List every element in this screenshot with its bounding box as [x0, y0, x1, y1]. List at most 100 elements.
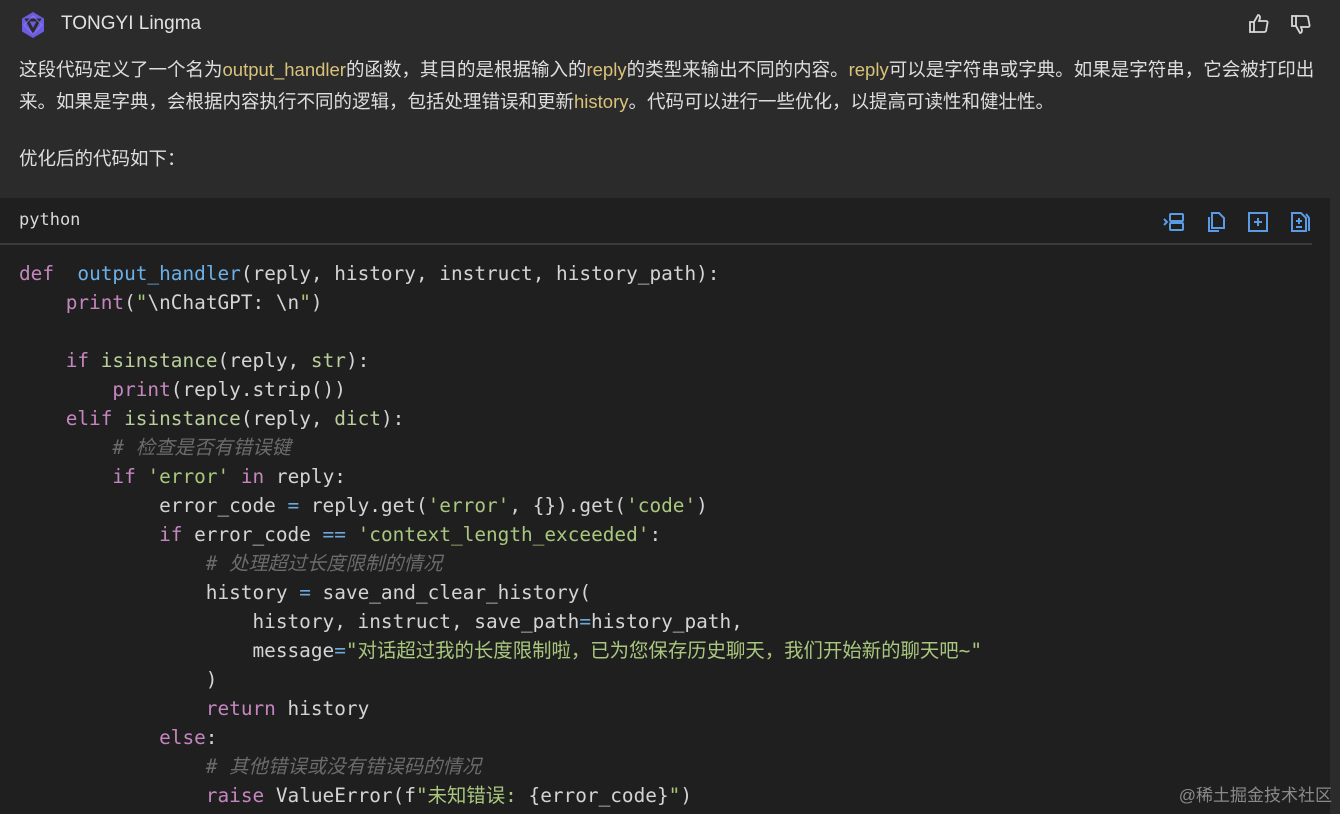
insert-at-cursor-icon[interactable] [1162, 210, 1186, 234]
code-token: 'error' [147, 465, 230, 488]
code-token: def [19, 262, 55, 285]
code-token: output_handler [77, 262, 241, 285]
code-token: reply: [264, 465, 346, 488]
code-token: = [299, 581, 311, 604]
code-token: " [668, 784, 681, 807]
code-token: ) [680, 784, 692, 807]
code-token: ): [380, 407, 405, 430]
thumbs-down-icon[interactable] [1289, 12, 1313, 36]
code-line: history, instruct, save_path=history_pat… [19, 607, 982, 636]
code-token: "未知错误: [415, 784, 529, 807]
inline-code-ref: history [574, 91, 629, 112]
code-line: if 'error' in reply: [19, 462, 982, 491]
code-token: if [112, 465, 136, 488]
code-token: (reply, history, instruct, history_path)… [240, 262, 720, 285]
code-token: elif [65, 407, 113, 430]
code-line: # 其他错误或没有错误码的情况 [19, 752, 982, 781]
code-token: ( [124, 291, 136, 314]
code-token: print [112, 378, 171, 401]
code-token: error_code [182, 523, 323, 546]
code-token: = [334, 639, 346, 662]
code-token: = [579, 610, 592, 633]
divider [0, 243, 1312, 245]
code-token: isinstance [124, 407, 241, 430]
code-token: # 其他错误或没有错误码的情况 [205, 755, 482, 778]
code-line: elif isinstance(reply, dict): [19, 404, 982, 433]
code-token: " [135, 291, 148, 314]
new-file-icon[interactable] [1246, 210, 1270, 234]
code-token: ) [696, 494, 708, 517]
code-token: if [159, 523, 183, 546]
watermark: @稀土掘金技术社区 [1178, 786, 1332, 805]
scroll-gutter [1330, 198, 1340, 814]
code-token: " [299, 291, 311, 314]
code-token: ): [345, 349, 370, 372]
code-token: history, instruct, save_path [19, 610, 580, 633]
code-line: if error_code == 'context_length_exceede… [19, 520, 982, 549]
text-segment: 这段代码定义了一个名为 [19, 59, 223, 80]
text-segment: 。代码可以进行一些优化，以提高可读性和健壮性。 [628, 91, 1055, 112]
code-token: (reply, [217, 349, 311, 372]
code-token: 'context_length_exceeded' [357, 523, 650, 546]
code-token: str [310, 349, 346, 372]
code-line: ) [19, 665, 982, 694]
code-token: if [65, 349, 90, 372]
app-title: TONGYI Lingma [61, 13, 202, 34]
code-line: # 检查是否有错误键 [19, 433, 982, 462]
code-token: # 处理超过长度限制的情况 [205, 552, 443, 575]
code-token: isinstance [100, 349, 218, 372]
text-segment: 的函数，其目的是根据输入的 [345, 59, 587, 80]
code-content: def output_handler(reply, history, instr… [19, 259, 982, 810]
code-token: ValueError(f [264, 784, 416, 807]
code-token: history [275, 697, 370, 720]
thumbs-up-icon[interactable] [1247, 12, 1271, 36]
code-token: , {}).get( [509, 494, 627, 517]
code-token: {error_code} [528, 784, 669, 807]
code-token: ) [19, 668, 218, 691]
code-language-label: python [19, 210, 81, 230]
code-token: : [649, 523, 662, 546]
code-token: ) [310, 291, 323, 314]
code-line: raise ValueError(f"未知错误: {error_code}") [19, 781, 982, 810]
code-token: message [19, 639, 335, 662]
inline-code-ref: reply [848, 59, 889, 80]
code-line: def output_handler(reply, history, instr… [19, 259, 982, 288]
code-token: (reply, [240, 407, 335, 430]
code-token: history_path, [591, 610, 743, 633]
response-paragraph: 这段代码定义了一个名为output_handler的函数，其目的是根据输入的re… [19, 54, 1319, 118]
code-line: if isinstance(reply, str): [19, 346, 982, 375]
code-token: = [287, 494, 300, 517]
code-token: history [19, 581, 300, 604]
code-line: # 处理超过长度限制的情况 [19, 549, 982, 578]
code-token: reply.get( [299, 494, 428, 517]
copy-icon[interactable] [1204, 210, 1228, 234]
code-token: "对话超过我的长度限制啦，已为您保存历史聊天，我们开始新的聊天吧~" [345, 639, 983, 662]
tongyi-logo-icon [22, 12, 44, 38]
code-token: else [159, 726, 206, 749]
code-token: \nChatGPT: \n [147, 291, 300, 314]
code-line: else: [19, 723, 982, 752]
code-line: error_code = reply.get('error', {}).get(… [19, 491, 982, 520]
code-token: (reply.strip()) [170, 378, 346, 401]
response-intro: 优化后的代码如下： [19, 148, 186, 169]
apply-diff-icon[interactable] [1288, 210, 1312, 234]
code-line: return history [19, 694, 982, 723]
code-token: raise [205, 784, 265, 807]
code-block: python def output_handler(reply, history… [0, 198, 1330, 814]
code-token: return [205, 697, 276, 720]
